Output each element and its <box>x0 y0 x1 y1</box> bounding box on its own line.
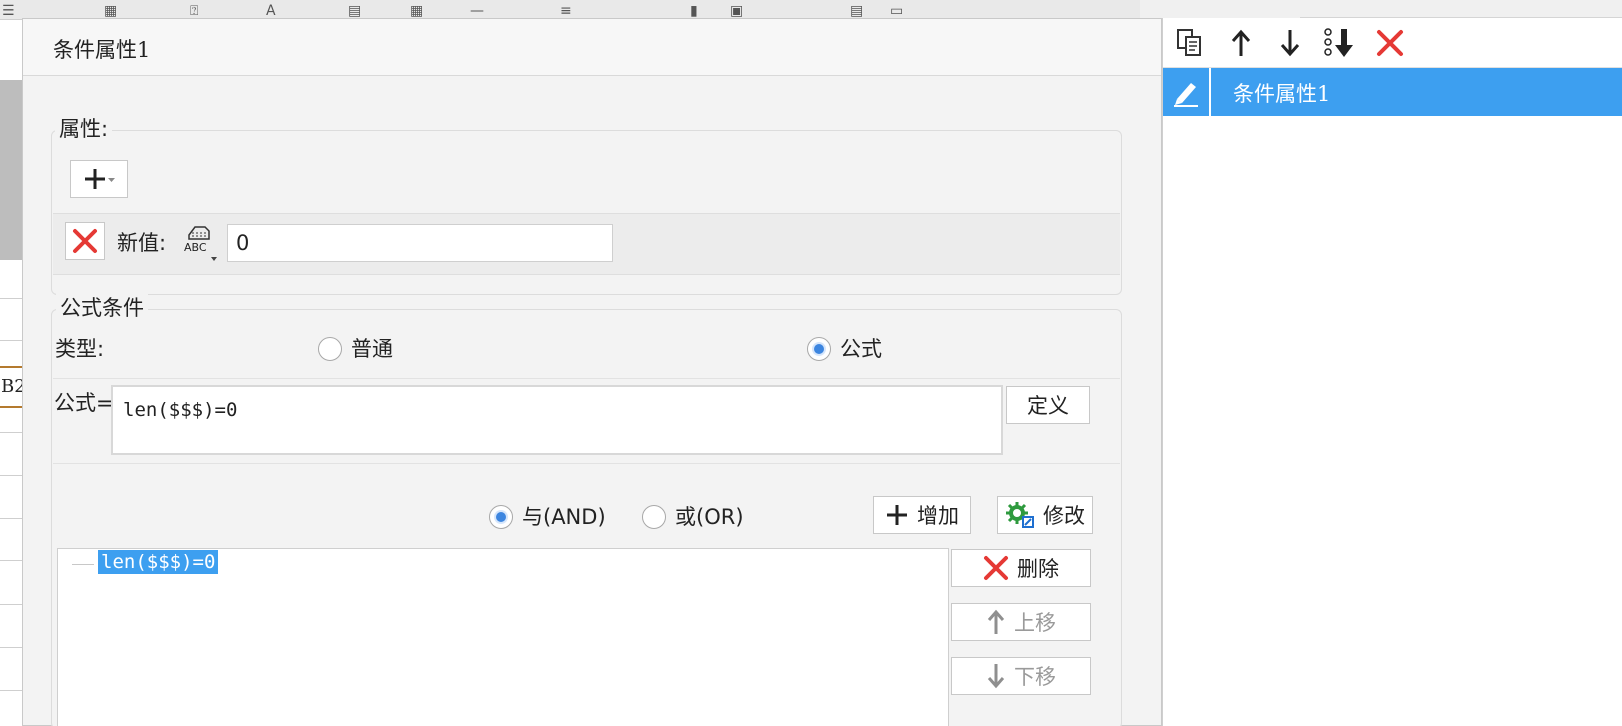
chart-icon: ▮ <box>690 3 698 19</box>
add-condition-button[interactable]: 增加 <box>873 496 971 534</box>
delete-x-icon <box>73 229 97 253</box>
grid-icon: ▤ <box>348 3 362 19</box>
arrow-down-icon <box>987 664 1005 689</box>
arrow-up-icon <box>1231 29 1251 56</box>
value-type-dropdown[interactable]: ABC <box>183 221 219 265</box>
panel-toolbar <box>1163 18 1622 68</box>
dialog-titlebar: 条件属性1 <box>23 19 1161 76</box>
formula-text: len($$$)=0 <box>123 399 238 421</box>
type-formula-label[interactable]: 公式 <box>840 333 882 363</box>
abc-type-icon: ABC <box>184 226 217 261</box>
delete-item-button[interactable] <box>1373 26 1407 60</box>
background-top-strip <box>1300 0 1622 18</box>
dialog-title: 条件属性1 <box>53 38 151 62</box>
add-condition-label: 增加 <box>917 504 959 528</box>
table-icon: ▦ <box>104 3 118 19</box>
attributes-legend: 属性: <box>55 113 113 143</box>
line-icon: — <box>470 3 484 19</box>
move-up-label: 上移 <box>1014 611 1056 635</box>
copy-button[interactable] <box>1173 26 1207 60</box>
condition-item-label: 条件属性1 <box>1233 82 1331 106</box>
move-up-item-button[interactable] <box>1224 26 1258 60</box>
spreadsheet-edge: B2 <box>0 20 24 726</box>
arrow-down-icon <box>1280 30 1300 57</box>
logic-and-label[interactable]: 与(AND) <box>522 501 606 531</box>
type-normal-label[interactable]: 普通 <box>351 333 393 363</box>
formula-input[interactable]: len($$$)=0 <box>111 385 1003 455</box>
format-icon: ⍰ <box>190 3 199 19</box>
formula-legend: 公式条件 <box>56 292 148 322</box>
condition-item[interactable]: len($$$)=0 <box>98 550 219 574</box>
copy-icon <box>1177 29 1201 56</box>
logic-and-radio[interactable] <box>489 505 513 529</box>
new-value-input[interactable]: 0 <box>227 224 613 262</box>
gear-edit-icon <box>1006 502 1034 528</box>
type-formula-radio[interactable] <box>807 337 831 361</box>
tree-connector <box>72 564 94 565</box>
move-down-button[interactable]: 下移 <box>951 657 1091 695</box>
image-icon: ▣ <box>730 3 744 19</box>
condition-list[interactable]: len($$$)=0 <box>57 548 949 726</box>
arrow-up-icon <box>987 609 1005 634</box>
condition-item-row[interactable]: 条件属性1 <box>1163 68 1622 116</box>
remove-attribute-button[interactable] <box>65 222 105 260</box>
condition-property-dialog: 条件属性1 属性: 新值: ABC 0 公式条件 类型: 普通 公式 公式= l <box>22 18 1162 726</box>
delete-x-icon <box>1377 30 1403 56</box>
move-up-button[interactable]: 上移 <box>951 603 1091 641</box>
delete-condition-label: 删除 <box>1017 557 1059 581</box>
move-to-bottom-icon <box>1324 28 1353 57</box>
font-icon: A <box>266 3 276 19</box>
svg-text:ABC: ABC <box>184 241 207 254</box>
plus-icon <box>887 505 907 525</box>
modify-condition-button[interactable]: 修改 <box>997 496 1093 534</box>
move-down-item-button[interactable] <box>1273 26 1307 60</box>
plus-dropdown-icon <box>85 169 115 189</box>
grid2-icon: ▦ <box>410 3 424 19</box>
type-normal-radio[interactable] <box>318 337 342 361</box>
column-header-shade <box>0 80 24 260</box>
pencil-icon <box>1174 83 1198 107</box>
delete-x-icon <box>984 556 1008 580</box>
paragraph-icon: ≡ <box>560 3 572 19</box>
move-bottom-item-button[interactable] <box>1323 26 1357 60</box>
new-value-text: 0 <box>236 231 250 255</box>
add-attribute-button[interactable] <box>70 160 128 198</box>
doc-icon: ▤ <box>850 3 864 19</box>
background-toolbar: ☰ ▦ ⍰ A ▤ ▦ — ≡ ▮ ▣ ▤ ▭ <box>0 0 1140 20</box>
type-label: 类型: <box>55 337 105 361</box>
delete-condition-button[interactable]: 删除 <box>951 549 1091 587</box>
edit-row-button[interactable] <box>1163 68 1211 116</box>
define-button[interactable]: 定义 <box>1006 386 1090 424</box>
align-icon: ☰ <box>2 3 15 19</box>
logic-or-radio[interactable] <box>642 505 666 529</box>
new-value-label: 新值: <box>117 231 167 255</box>
cell-reference[interactable]: B2 <box>0 366 24 408</box>
frame-icon: ▭ <box>890 3 904 19</box>
condition-list-panel: 条件属性1 <box>1162 18 1622 726</box>
formula-label: 公式= <box>54 391 114 415</box>
modify-condition-label: 修改 <box>1043 504 1085 528</box>
move-down-label: 下移 <box>1014 665 1056 689</box>
logic-or-label[interactable]: 或(OR) <box>675 501 744 531</box>
